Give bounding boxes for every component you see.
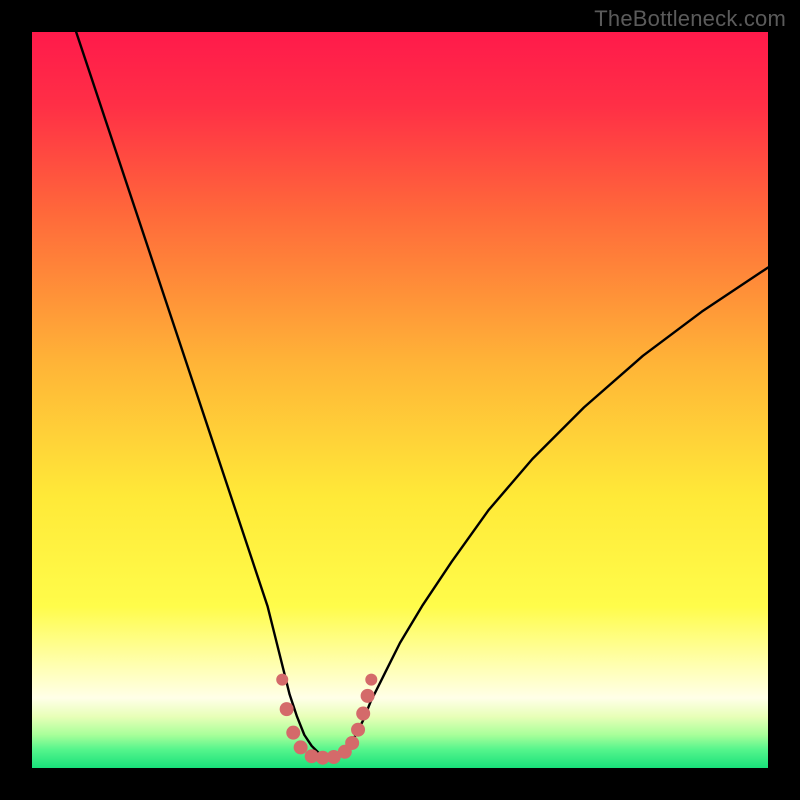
highlight-marker	[280, 702, 294, 716]
highlight-marker	[351, 723, 365, 737]
highlight-marker	[345, 736, 359, 750]
highlight-marker	[276, 674, 288, 686]
highlight-marker	[356, 707, 370, 721]
highlight-marker	[286, 726, 300, 740]
highlight-marker	[361, 689, 375, 703]
chart-frame: TheBottleneck.com	[0, 0, 800, 800]
chart-svg	[32, 32, 768, 768]
watermark-label: TheBottleneck.com	[594, 6, 786, 32]
highlight-marker	[294, 740, 308, 754]
plot-area	[32, 32, 768, 768]
highlight-marker	[365, 674, 377, 686]
gradient-background	[32, 32, 768, 768]
